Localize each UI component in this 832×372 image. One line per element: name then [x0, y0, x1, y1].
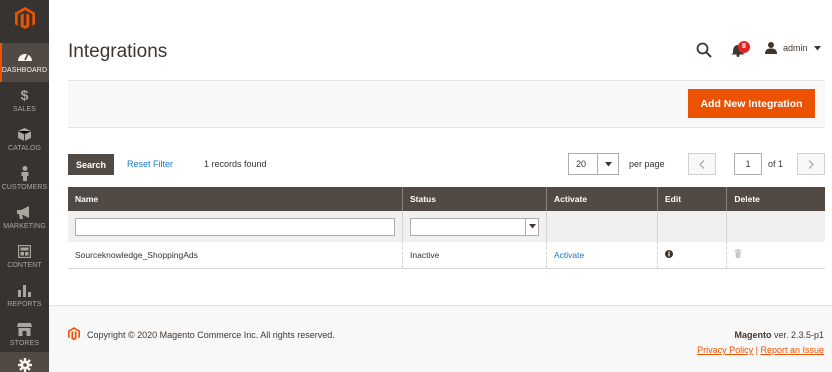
person-icon	[17, 165, 33, 181]
product-name: Magento	[734, 330, 772, 340]
records-found-count: 1 records found	[204, 159, 267, 169]
current-page-input[interactable]: 1	[734, 153, 762, 175]
reset-filter-link[interactable]: Reset Filter	[127, 159, 173, 169]
column-header-delete: Delete	[726, 187, 825, 211]
chevron-down-icon	[525, 218, 538, 235]
grid-filter-row	[68, 211, 825, 242]
chevron-down-icon	[813, 45, 821, 50]
magento-logo[interactable]	[0, 0, 49, 37]
integration-name: Sourceknowledge_ShoppingAds	[68, 242, 403, 269]
integration-status: Inactive	[402, 242, 547, 269]
report-issue-link[interactable]: Report an Issue	[760, 345, 824, 355]
search-button[interactable]: Search	[68, 154, 114, 175]
next-page-button[interactable]	[797, 153, 825, 175]
sidebar-item-label: MARKETING	[3, 223, 46, 230]
sidebar-item-label: CATALOG	[7, 145, 42, 152]
name-filter-input[interactable]	[75, 217, 395, 236]
sidebar-item-customers[interactable]: CUSTOMERS	[0, 160, 49, 199]
total-pages-label: of 1	[768, 159, 784, 169]
magento-footer-logo-icon	[68, 327, 80, 346]
per-page-label: per page	[629, 159, 665, 169]
sidebar-item-dashboard[interactable]: DASHBOARD	[0, 43, 49, 82]
column-header-edit: Edit	[657, 187, 728, 211]
privacy-policy-link[interactable]: Privacy Policy	[697, 345, 753, 355]
dollar-icon: $	[20, 87, 29, 103]
gear-icon	[17, 357, 33, 372]
cube-icon	[17, 126, 33, 142]
chevron-left-icon	[699, 159, 705, 169]
sidebar-item-system[interactable]	[0, 352, 49, 372]
store-icon	[17, 321, 33, 337]
layout-icon	[17, 243, 33, 259]
sidebar-item-reports[interactable]: REPORTS	[0, 277, 49, 316]
per-page-dropdown-icon[interactable]	[597, 154, 618, 174]
status-filter-select[interactable]	[410, 217, 539, 236]
dashboard-icon	[17, 48, 33, 64]
admin-sidebar: DASHBOARD $ SALES CATALOG CUSTOMERS MARK…	[0, 0, 49, 372]
sidebar-item-sales[interactable]: $ SALES	[0, 82, 49, 121]
grid-header-row: Name Status Activate Edit Delete	[68, 187, 825, 211]
activate-link[interactable]: Activate	[554, 250, 584, 260]
footer-links: Privacy Policy | Report an Issue	[697, 345, 824, 355]
version-info: Magento ver. 2.3.5-p1	[734, 330, 824, 340]
bar-chart-icon	[17, 282, 33, 298]
edit-info-icon[interactable]	[665, 249, 673, 260]
notifications-count-badge: 8	[738, 41, 750, 53]
global-search-icon[interactable]	[696, 42, 712, 58]
previous-page-button[interactable]	[688, 153, 716, 175]
copyright-text: Copyright © 2020 Magento Commerce Inc. A…	[87, 330, 335, 340]
sidebar-item-label: CUSTOMERS	[1, 184, 48, 191]
version-number: ver. 2.3.5-p1	[771, 330, 824, 340]
user-name: admin	[783, 43, 808, 53]
add-new-integration-button[interactable]: Add New Integration	[688, 89, 815, 118]
sidebar-item-content[interactable]: CONTENT	[0, 238, 49, 277]
sidebar-item-label: SALES	[12, 106, 37, 113]
column-header-activate: Activate	[546, 187, 658, 211]
integrations-grid: Name Status Activate Edit Delete Sourcek…	[68, 187, 825, 269]
sidebar-item-label: REPORTS	[7, 301, 42, 308]
sidebar-item-stores[interactable]: STORES	[0, 316, 49, 355]
table-row[interactable]: Sourceknowledge_ShoppingAds Inactive Act…	[68, 242, 825, 269]
column-header-status[interactable]: Status	[402, 187, 547, 211]
sidebar-item-label: DASHBOARD	[1, 67, 48, 74]
app-root: DASHBOARD $ SALES CATALOG CUSTOMERS MARK…	[0, 0, 832, 372]
user-menu[interactable]: admin	[765, 42, 821, 54]
user-icon	[765, 42, 777, 54]
magento-logo-icon	[14, 7, 35, 29]
megaphone-icon	[17, 204, 33, 220]
column-header-name[interactable]: Name	[68, 187, 403, 211]
trash-icon[interactable]	[734, 249, 742, 260]
sidebar-item-catalog[interactable]: CATALOG	[0, 121, 49, 160]
chevron-right-icon	[808, 159, 814, 169]
sidebar-item-marketing[interactable]: MARKETING	[0, 199, 49, 238]
sidebar-item-label: STORES	[9, 340, 40, 347]
page-title: Integrations	[68, 41, 168, 62]
sidebar-item-label: CONTENT	[7, 262, 42, 269]
